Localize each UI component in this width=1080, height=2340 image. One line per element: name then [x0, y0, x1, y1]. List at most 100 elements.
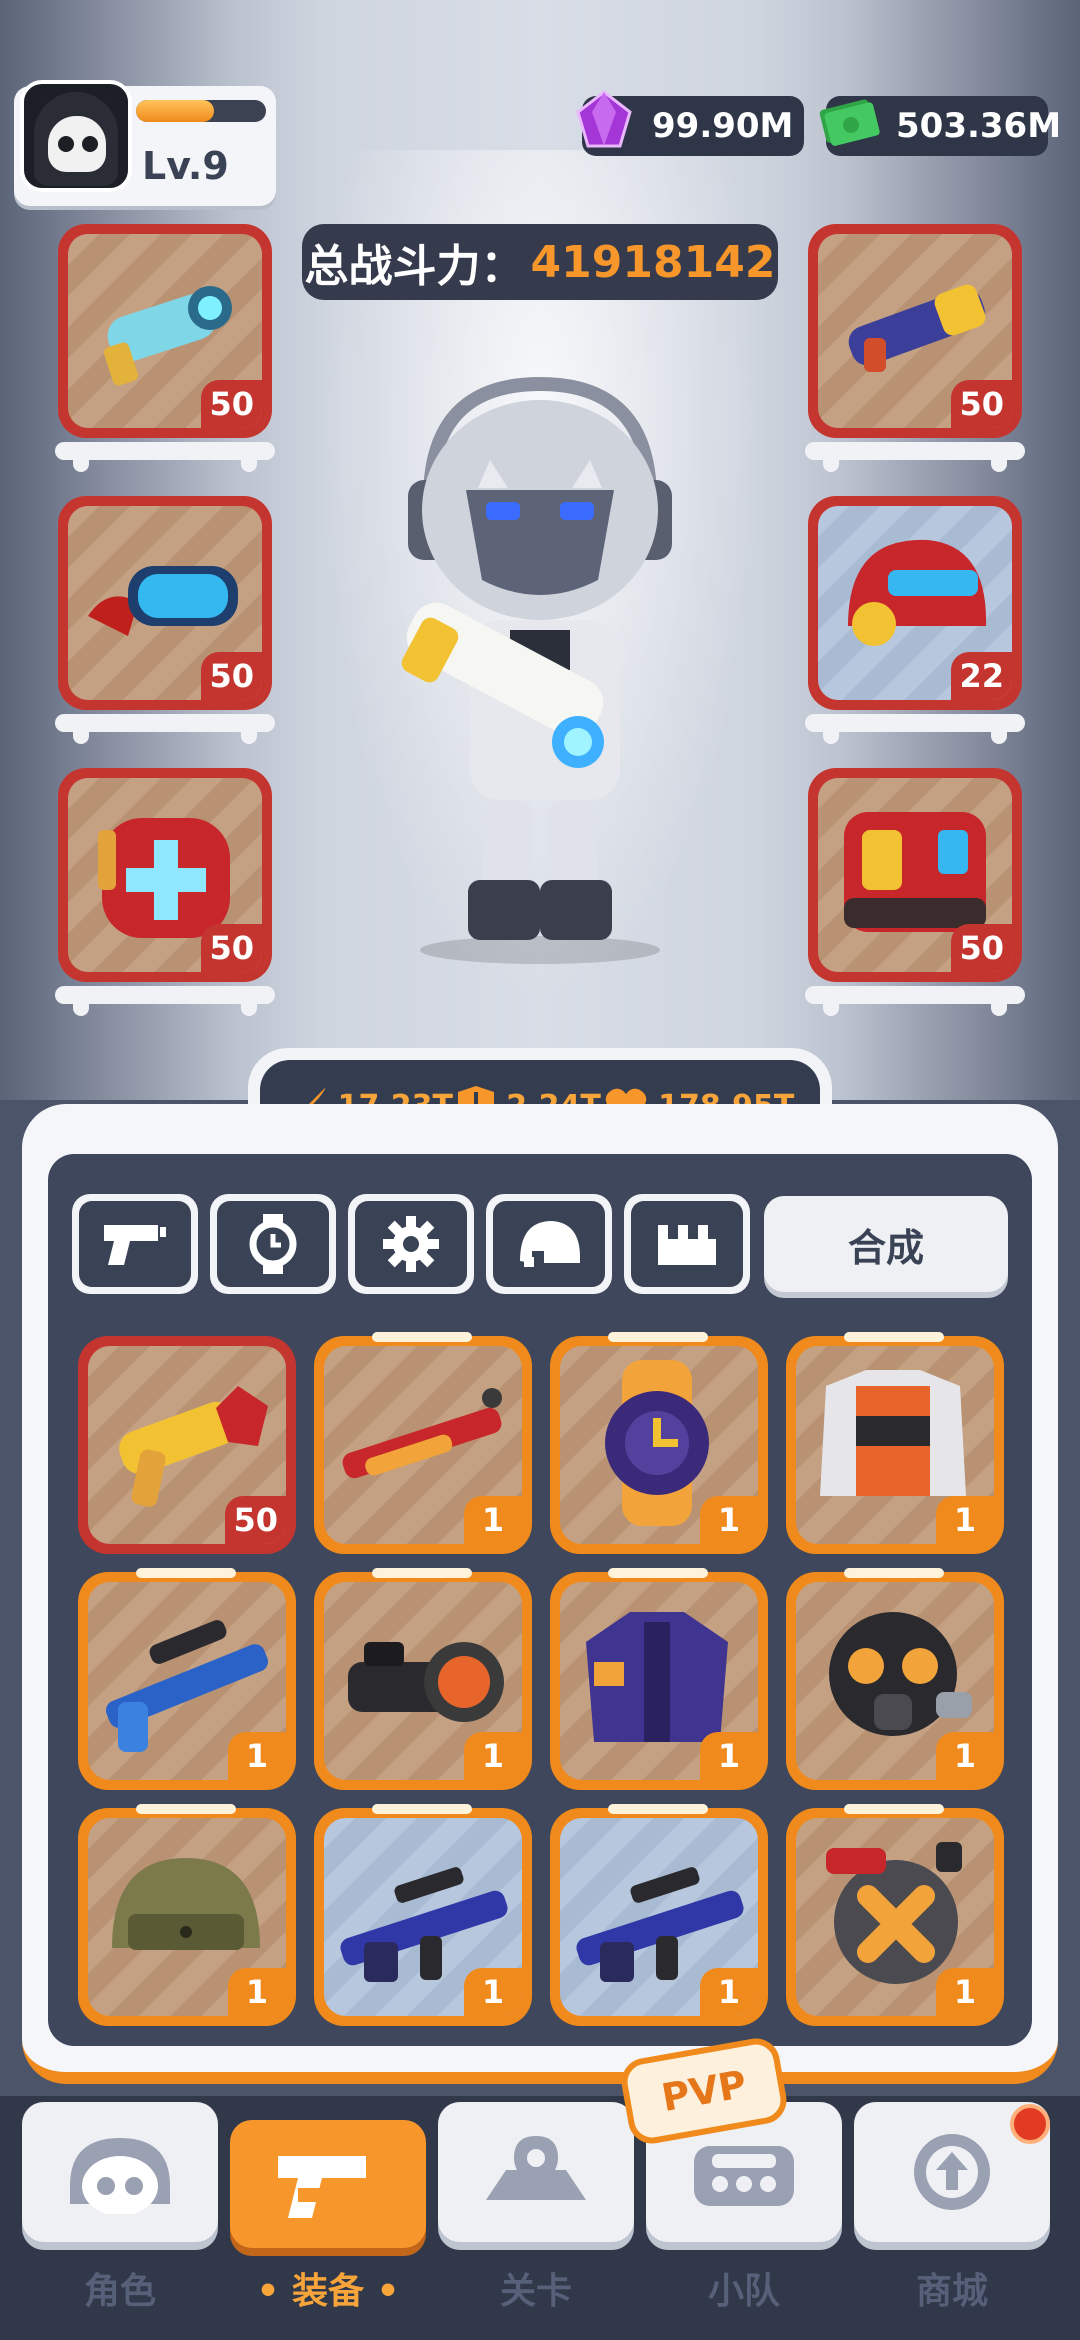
- item-count: 1: [228, 1732, 286, 1780]
- gun-icon: [104, 1225, 166, 1265]
- item-count: 1: [228, 1968, 286, 2016]
- nav-label-text: 关卡: [499, 2271, 572, 2312]
- item-count: 1: [700, 1732, 758, 1780]
- nav-label-0: 角色: [22, 2262, 218, 2314]
- inventory-item-wrist-watch[interactable]: 1: [550, 1332, 768, 1554]
- shelf: [805, 986, 1025, 1016]
- tile-highlight: [372, 1804, 472, 1814]
- slot-count: 50: [201, 924, 262, 972]
- nav-label-4: 商城: [854, 2262, 1050, 2314]
- character-model[interactable]: [370, 370, 710, 970]
- tile-highlight: [844, 1804, 944, 1814]
- shop-icon: [914, 2134, 990, 2210]
- inventory-item-assault-rifle[interactable]: 1: [314, 1804, 532, 2026]
- tile-highlight: [608, 1332, 708, 1342]
- item-count: 1: [936, 1968, 994, 2016]
- tile-highlight: [844, 1332, 944, 1342]
- slot-count: 50: [951, 924, 1012, 972]
- filter-tab-gear[interactable]: [348, 1194, 474, 1294]
- slot-count: 50: [951, 380, 1012, 428]
- map-icon: [486, 2136, 586, 2200]
- avatar-eye-left: [58, 136, 74, 152]
- slot-count: 22: [951, 652, 1012, 700]
- inventory-item-jacket[interactable]: 1: [786, 1332, 1004, 1554]
- xp-bar: [136, 100, 266, 122]
- nav-label-3: 小队: [646, 2262, 842, 2314]
- shelf: [805, 714, 1025, 744]
- item-count: 1: [464, 1968, 522, 2016]
- gear-icon: [383, 1216, 439, 1272]
- team-icon: [694, 2146, 794, 2206]
- equip-slot-helmet[interactable]: 22: [808, 496, 1022, 710]
- item-count: 1: [464, 1732, 522, 1780]
- tile-highlight: [136, 1568, 236, 1578]
- combine-button[interactable]: 合成: [764, 1196, 1008, 1292]
- inventory-item-revolver[interactable]: 50: [78, 1336, 296, 1554]
- equip-slot-gloves[interactable]: 50: [58, 496, 272, 710]
- shelf: [55, 442, 275, 472]
- item-count: 1: [936, 1496, 994, 1544]
- item-count: 1: [936, 1732, 994, 1780]
- xp-bar-fill: [136, 100, 214, 122]
- filter-tab-helmet[interactable]: [486, 1194, 612, 1294]
- gem-icon: [576, 90, 632, 148]
- tile-highlight: [136, 1804, 236, 1814]
- watch-icon: [249, 1214, 297, 1274]
- gem-amount: 99.90M: [652, 106, 794, 146]
- inventory-item-ammo-drum[interactable]: 1: [786, 1804, 1004, 2026]
- tile-highlight: [608, 1804, 708, 1814]
- equip-slot-weapon[interactable]: 50: [58, 224, 272, 438]
- gem-counter[interactable]: 99.90M: [576, 90, 804, 156]
- nav-label-2: 关卡: [438, 2262, 634, 2314]
- inventory-item-sniper-rifle[interactable]: 1: [78, 1568, 296, 1790]
- tile-highlight: [372, 1568, 472, 1578]
- total-power: 总战斗力： 41918142: [302, 224, 778, 300]
- item-count: 1: [464, 1496, 522, 1544]
- player-level: Lv.9: [142, 144, 229, 188]
- shelf: [805, 442, 1025, 472]
- notification-dot: [1010, 2104, 1050, 2144]
- equip-slot-secondary[interactable]: 50: [808, 224, 1022, 438]
- nav-button-1[interactable]: [230, 2120, 426, 2248]
- filter-tab-weapons[interactable]: [72, 1194, 198, 1294]
- slot-count: 50: [201, 652, 262, 700]
- avatar[interactable]: [20, 80, 132, 192]
- cash-icon: [819, 99, 880, 146]
- gun-icon: [278, 2156, 366, 2218]
- tile-highlight: [844, 1568, 944, 1578]
- player-profile[interactable]: Lv.9: [14, 80, 276, 206]
- boots-icon: [658, 1225, 716, 1265]
- nav-button-0[interactable]: [22, 2102, 218, 2242]
- tile-highlight: [608, 1568, 708, 1578]
- nav-label-1: • 装备 •: [256, 2271, 400, 2312]
- nav-label-text: 装备: [291, 2271, 364, 2312]
- avatar-eye-right: [82, 136, 98, 152]
- filter-tab-watch[interactable]: [210, 1194, 336, 1294]
- slot-count: 50: [201, 380, 262, 428]
- nav-label-text: 角色: [83, 2271, 156, 2312]
- inventory-item-scope[interactable]: 1: [314, 1568, 532, 1790]
- inventory-item-military-helmet[interactable]: 1: [78, 1804, 296, 2026]
- tile-highlight: [372, 1332, 472, 1342]
- inventory-item-purple-coat[interactable]: 1: [550, 1568, 768, 1790]
- inventory-item-shotgun[interactable]: 1: [314, 1332, 532, 1554]
- shelf: [55, 714, 275, 744]
- equip-slot-accessory[interactable]: 50: [58, 768, 272, 982]
- nav-label-text: 商城: [915, 2271, 988, 2312]
- item-count: 1: [700, 1968, 758, 2016]
- item-count: 50: [225, 1496, 286, 1544]
- filter-tab-boots[interactable]: [624, 1194, 750, 1294]
- total-power-value: 41918142: [530, 236, 776, 288]
- skull-icon: [70, 2138, 170, 2214]
- nav-button-2[interactable]: [438, 2102, 634, 2242]
- total-power-label: 总战斗力：: [304, 241, 525, 292]
- inventory-item-assault-rifle[interactable]: 1: [550, 1804, 768, 2026]
- equip-slot-armor[interactable]: 50: [808, 768, 1022, 982]
- inventory-item-gas-mask[interactable]: 1: [786, 1568, 1004, 1790]
- shelf: [55, 986, 275, 1016]
- helmet-icon: [520, 1221, 580, 1267]
- cash-counter[interactable]: 503.36M: [819, 96, 1061, 156]
- nav-label-text: 小队: [707, 2271, 780, 2312]
- item-count: 1: [700, 1496, 758, 1544]
- cash-amount: 503.36M: [896, 106, 1062, 146]
